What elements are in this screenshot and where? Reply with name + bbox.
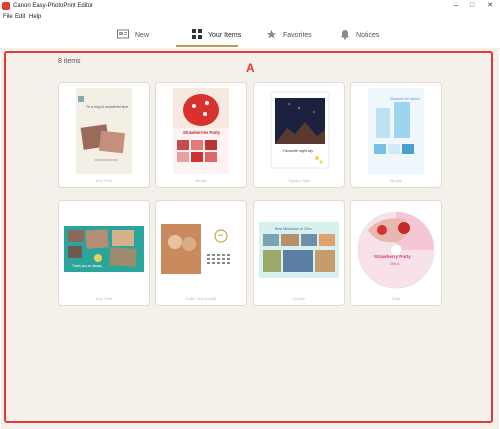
item-thumbnail: Strawberries Party <box>161 88 241 174</box>
item-card[interactable]: Thank you so always Any Time <box>58 200 150 306</box>
item-card[interactable]: Favourite night sky Square Size <box>253 82 345 188</box>
item-card[interactable]: Best Memories of 20xx Simple <box>253 200 345 306</box>
item-text: Strawberries Party <box>183 130 221 135</box>
item-card[interactable]: Strawberries Party Simple <box>155 82 247 188</box>
menu-bar: File Edit Help <box>0 12 500 22</box>
items-count: 8 items <box>58 58 81 65</box>
grid-icon <box>192 29 202 41</box>
app-logo-icon <box>2 2 10 10</box>
new-icon <box>117 29 129 41</box>
tab-notices[interactable]: Notices <box>340 22 379 48</box>
item-thumbnail: Summer ice drinks <box>356 88 436 174</box>
menu-file[interactable]: File <box>3 12 13 22</box>
item-text: To a long & wonderful time <box>86 105 129 109</box>
item-caption: Cute <box>391 296 401 301</box>
tab-new[interactable]: New <box>117 22 149 48</box>
tab-notices-label: Notices <box>356 31 380 39</box>
item-thumbnail: Best Memories of 20xx <box>259 206 339 292</box>
menu-edit[interactable]: Edit <box>15 12 25 22</box>
item-card[interactable]: Summer ice drinks Simple <box>350 82 442 188</box>
active-tab-indicator <box>176 45 238 47</box>
item-thumbnail: To a long & wonderful time <box>64 88 144 174</box>
menu-help[interactable]: Help <box>29 12 41 22</box>
item-caption: Square Size <box>288 178 310 183</box>
tab-favorites-label: Favorites <box>283 31 312 39</box>
item-text: Thank you so always <box>72 264 102 268</box>
item-text: Luk <box>218 233 223 237</box>
item-card[interactable]: Luk Cute, One month <box>155 200 247 306</box>
item-thumbnail: Thank you so always <box>64 206 144 292</box>
tab-your-items-label: Your Items <box>208 31 242 39</box>
bell-icon <box>340 29 350 42</box>
close-button[interactable]: ✕ <box>484 1 496 11</box>
item-thumbnail: Luk <box>161 206 241 292</box>
item-caption: Simple <box>194 178 208 183</box>
item-card[interactable]: Strawberry Party 20xx.6 Cute <box>350 200 442 306</box>
tab-favorites[interactable]: Favorites <box>266 22 312 48</box>
item-caption: Simple <box>292 296 306 301</box>
item-thumbnail: Favourite night sky <box>259 88 339 174</box>
item-caption: Simple <box>389 178 403 183</box>
item-caption: Cute, One month <box>185 296 217 301</box>
item-text: Best Memories of 20xx <box>275 227 312 231</box>
item-text: 20xx.6 <box>390 262 400 266</box>
minimize-button[interactable]: – <box>450 1 462 11</box>
title-bar: Canon Easy-PhotoPrint Editor – □ ✕ <box>0 0 500 12</box>
item-thumbnail: Strawberry Party 20xx.6 <box>356 206 436 292</box>
item-caption: Any Time <box>95 178 113 183</box>
item-caption: Any Time <box>95 296 113 301</box>
item-text: Favourite night sky <box>283 149 314 153</box>
item-text: Strawberry Party <box>374 254 411 259</box>
tab-new-label: New <box>135 31 150 39</box>
window-title: Canon Easy-PhotoPrint Editor <box>13 3 94 9</box>
item-text: Summer ice drinks <box>390 97 420 101</box>
item-card[interactable]: To a long & wonderful time Any Time <box>58 82 150 188</box>
maximize-button[interactable]: □ <box>466 1 478 11</box>
star-icon <box>266 29 277 42</box>
tab-bar: New Your Items Favorites Notices <box>0 22 500 49</box>
annotation-label: A <box>246 61 255 75</box>
